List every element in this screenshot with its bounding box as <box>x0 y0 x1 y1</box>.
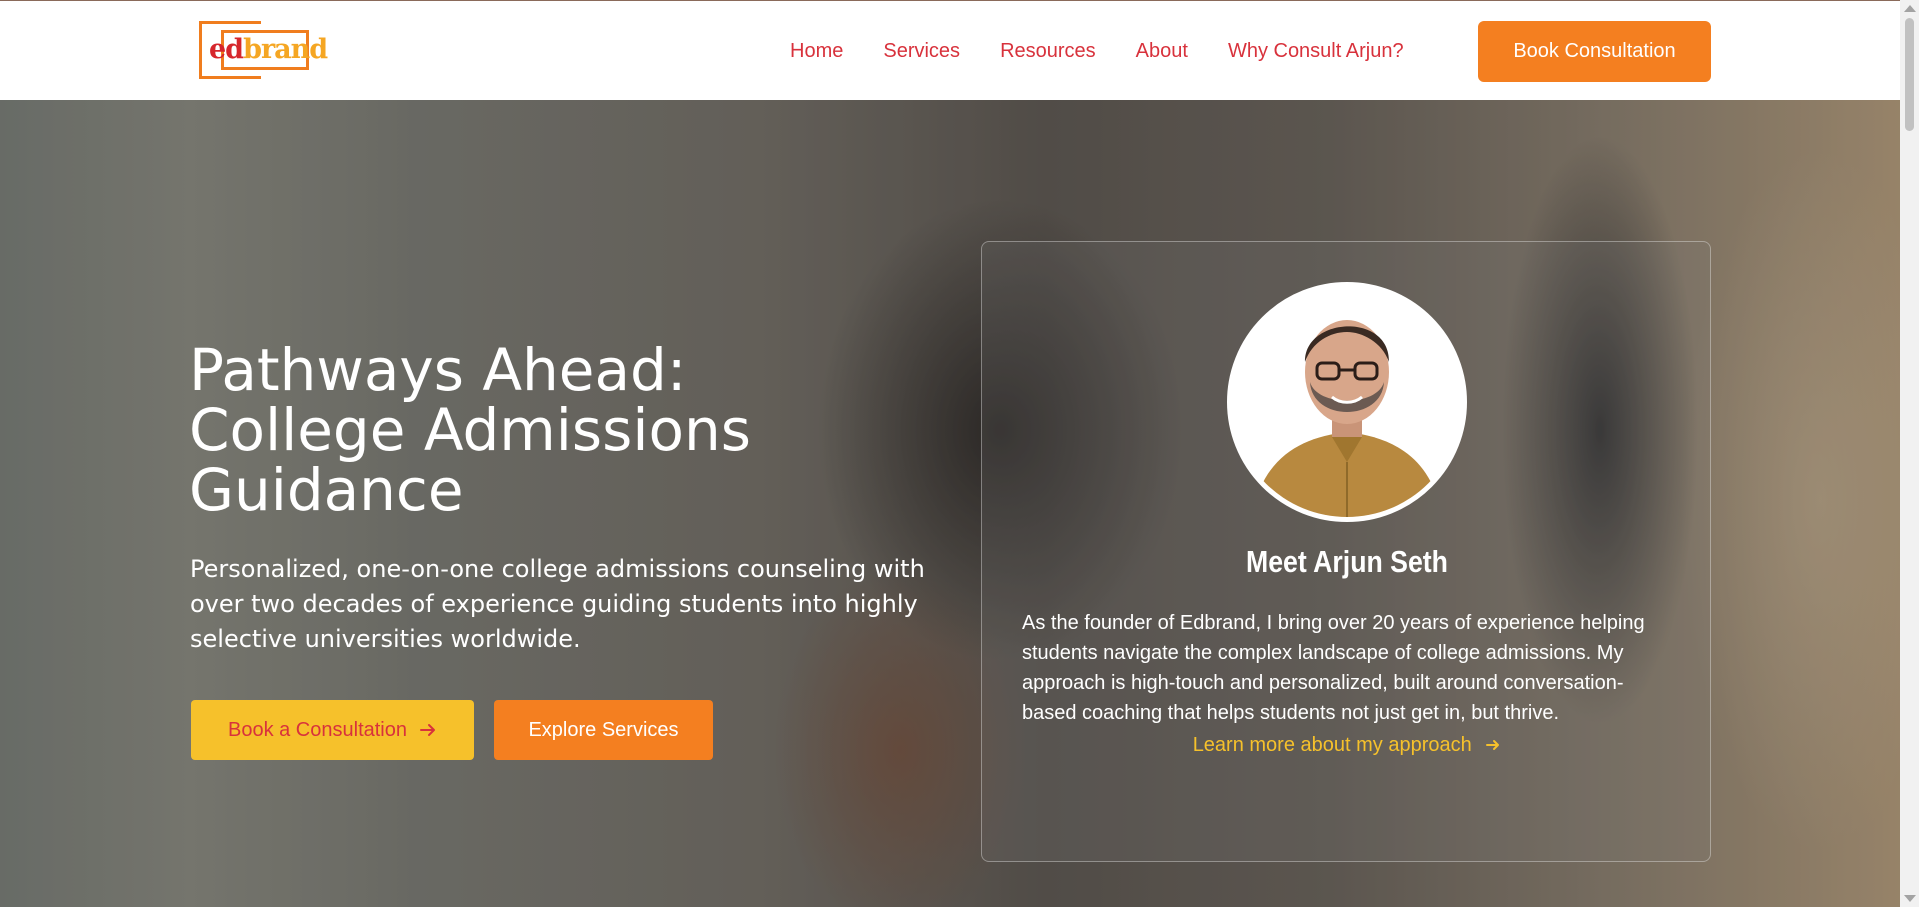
nav-home[interactable]: Home <box>790 40 843 63</box>
hero-title-line: Guidance <box>189 456 464 524</box>
avatar <box>1227 282 1467 522</box>
book-a-consultation-button[interactable]: Book a Consultation <box>191 700 474 760</box>
book-a-consultation-label: Book a Consultation <box>227 718 407 741</box>
learn-more-link[interactable]: Learn more about my approach <box>982 734 1712 757</box>
main-nav: Home Services Resources About Why Consul… <box>790 1 1444 101</box>
explore-services-button[interactable]: Explore Services <box>494 700 713 760</box>
arrow-right-icon <box>1486 740 1500 750</box>
founder-bio: As the founder of Edbrand, I bring over … <box>1022 612 1645 724</box>
nav-why-consult-arjun[interactable]: Why Consult Arjun? <box>1228 40 1404 63</box>
hero-subtitle: Personalized, one-on-one college admissi… <box>190 555 925 653</box>
scroll-down-arrow-icon[interactable] <box>1904 895 1916 902</box>
learn-more-label: Learn more about my approach <box>1192 734 1472 756</box>
scrollbar-thumb[interactable] <box>1905 18 1914 131</box>
arrow-right-icon <box>420 724 435 736</box>
book-consultation-button[interactable]: Book Consultation <box>1478 21 1711 82</box>
scroll-up-arrow-icon[interactable] <box>1904 5 1916 12</box>
hero-section: Pathways Ahead: College Admissions Guida… <box>0 100 1900 907</box>
nav-services[interactable]: Services <box>883 40 960 63</box>
founder-name: Meet Arjun Seth <box>1246 544 1448 579</box>
edbrand-logo[interactable]: edbrand <box>199 21 328 83</box>
founder-portrait <box>1232 287 1462 517</box>
hero-title: Pathways Ahead: College Admissions Guida… <box>189 340 889 520</box>
founder-profile-card: Meet Arjun Seth As the founder of Edbran… <box>981 241 1711 862</box>
nav-resources[interactable]: Resources <box>1000 40 1096 63</box>
nav-about[interactable]: About <box>1136 40 1188 63</box>
hero-title-line: College Admissions <box>189 396 751 464</box>
hero-title-line: Pathways Ahead: <box>189 336 687 404</box>
page-scrollbar[interactable] <box>1900 0 1919 907</box>
logo-wordmark: edbrand <box>209 34 328 65</box>
site-header: edbrand Home Services Resources About Wh… <box>0 0 1900 100</box>
